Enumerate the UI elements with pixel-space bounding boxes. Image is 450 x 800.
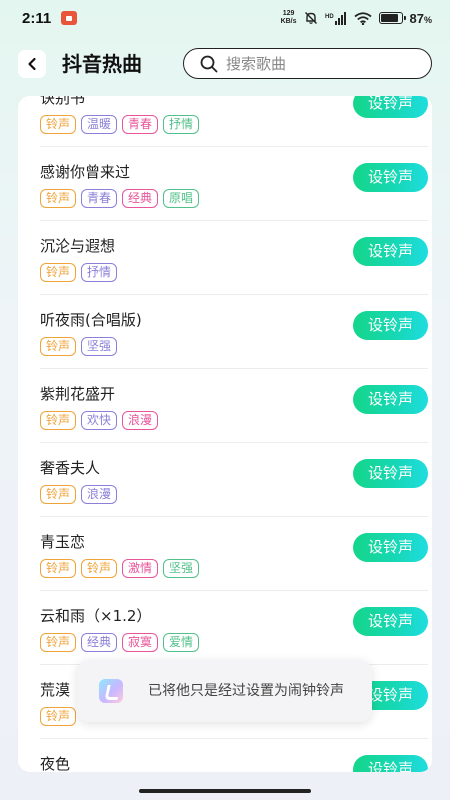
song-tag: 浪漫: [122, 411, 159, 430]
song-row[interactable]: 沉沦与遐想铃声 抒情 设铃声: [40, 221, 428, 295]
status-icons: 129 KB/s HD 87%: [281, 10, 432, 26]
song-tags: 铃声 坚强: [40, 337, 118, 356]
set-ringtone-button[interactable]: 设铃声: [353, 163, 428, 192]
song-tag: 青春: [122, 115, 159, 134]
song-tag: 温暖: [81, 115, 118, 134]
song-tags: 铃声 铃声 激情 坚强: [40, 559, 200, 578]
song-tag: 铃声: [40, 115, 77, 134]
set-ringtone-button[interactable]: 设铃声: [353, 607, 428, 636]
song-tag: 抒情: [81, 263, 118, 282]
header: 抖音热曲: [0, 44, 450, 84]
set-ringtone-button[interactable]: 设铃声: [353, 459, 428, 488]
song-tag: 抒情: [163, 115, 200, 134]
search-icon: [200, 55, 218, 72]
song-tag: 坚强: [81, 337, 118, 356]
song-tags: 铃声 抒情: [40, 263, 118, 282]
set-ringtone-button[interactable]: 设铃声: [353, 755, 428, 772]
song-title: 感谢你曾来过: [40, 163, 131, 181]
search-input[interactable]: [226, 54, 416, 73]
set-ringtone-button[interactable]: 设铃声: [353, 385, 428, 414]
song-tag: 铃声: [40, 485, 77, 504]
song-title: 荒漠: [40, 681, 71, 699]
song-tag: 寂寞: [122, 633, 159, 652]
song-tag: 铃声: [40, 633, 77, 652]
battery-icon: [378, 12, 406, 24]
status-time: 2:11: [22, 9, 52, 27]
set-ringtone-button[interactable]: 设铃声: [353, 311, 428, 340]
song-tag: 铃声: [40, 559, 77, 578]
search-box[interactable]: [183, 48, 432, 79]
song-tag: 青春: [81, 189, 118, 208]
song-title: 奢香夫人: [40, 459, 101, 477]
song-tags: 铃声 经典 寂寞 爱情: [40, 633, 200, 652]
song-tag: 欢快: [81, 411, 118, 430]
song-title: 听夜雨(合唱版): [40, 311, 142, 329]
song-row[interactable]: 夜色 设铃声: [40, 739, 428, 772]
signal-icon: HD: [325, 11, 346, 25]
notification-app-icon: [61, 11, 78, 25]
song-tag: 铃声: [40, 411, 77, 430]
wifi-icon: [353, 11, 372, 25]
back-button[interactable]: [18, 50, 46, 78]
song-tag: 铃声: [40, 707, 77, 726]
song-tag: 浪漫: [81, 485, 118, 504]
song-row[interactable]: 诀别书铃声 温暖 青春 抒情 设铃声: [40, 96, 428, 147]
set-ringtone-button[interactable]: 设铃声: [353, 237, 428, 266]
page-title: 抖音热曲: [62, 52, 142, 76]
chevron-left-icon: [28, 57, 36, 71]
song-tags: 铃声: [40, 707, 77, 726]
toast-message: 已将他只是经过设置为闹钟铃声: [148, 683, 344, 699]
app-logo-icon: [99, 679, 123, 703]
svg-text:HD: HD: [325, 14, 334, 20]
song-tag: 爱情: [163, 633, 200, 652]
song-row[interactable]: 青玉恋 铃声 铃声 激情 坚强 设铃声: [40, 517, 428, 591]
song-tag: 原唱: [163, 189, 200, 208]
home-indicator[interactable]: [139, 789, 311, 793]
song-tag: 激情: [122, 559, 159, 578]
song-row[interactable]: 云和雨（×1.2） 铃声 经典 寂寞 爱情 设铃声: [40, 591, 428, 665]
mute-bell-icon: [304, 12, 317, 24]
song-tag: 经典: [81, 633, 118, 652]
song-title: 夜色: [40, 755, 71, 772]
song-tag: 坚强: [163, 559, 200, 578]
toast: 已将他只是经过设置为闹钟铃声: [77, 660, 372, 722]
song-title: 青玉恋: [40, 533, 86, 551]
song-title: 紫荆花盛开: [40, 385, 116, 403]
set-ringtone-button[interactable]: 设铃声: [353, 96, 428, 118]
song-tags: 铃声 欢快 浪漫: [40, 411, 159, 430]
song-title: 沉沦与遐想: [40, 237, 116, 255]
song-row[interactable]: 紫荆花盛开铃声 欢快 浪漫 设铃声: [40, 369, 428, 443]
song-tag: 铃声: [40, 189, 77, 208]
status-bar: 2:11 129 KB/s HD 87%: [0, 0, 450, 36]
song-row[interactable]: 听夜雨(合唱版) 铃声 坚强 设铃声: [40, 295, 428, 369]
song-row[interactable]: 奢香夫人铃声 浪漫 设铃声: [40, 443, 428, 517]
song-tags: 铃声 浪漫: [40, 485, 118, 504]
song-title: 诀别书: [40, 96, 86, 107]
song-tag: 铃声: [81, 559, 118, 578]
song-tag: 铃声: [40, 263, 77, 282]
battery-percent: 87%: [409, 10, 432, 26]
song-tags: 铃声 温暖 青春 抒情: [40, 115, 200, 134]
song-tags: 铃声 青春 经典 原唱: [40, 189, 200, 208]
network-speed: 129 KB/s: [280, 10, 297, 25]
battery-level: [380, 14, 398, 22]
song-row[interactable]: 感谢你曾来过 铃声 青春 经典 原唱 设铃声: [40, 147, 428, 221]
song-title: 云和雨（×1.2）: [40, 607, 152, 625]
set-ringtone-button[interactable]: 设铃声: [353, 533, 428, 562]
song-tag: 经典: [122, 189, 159, 208]
song-tag: 铃声: [40, 337, 77, 356]
